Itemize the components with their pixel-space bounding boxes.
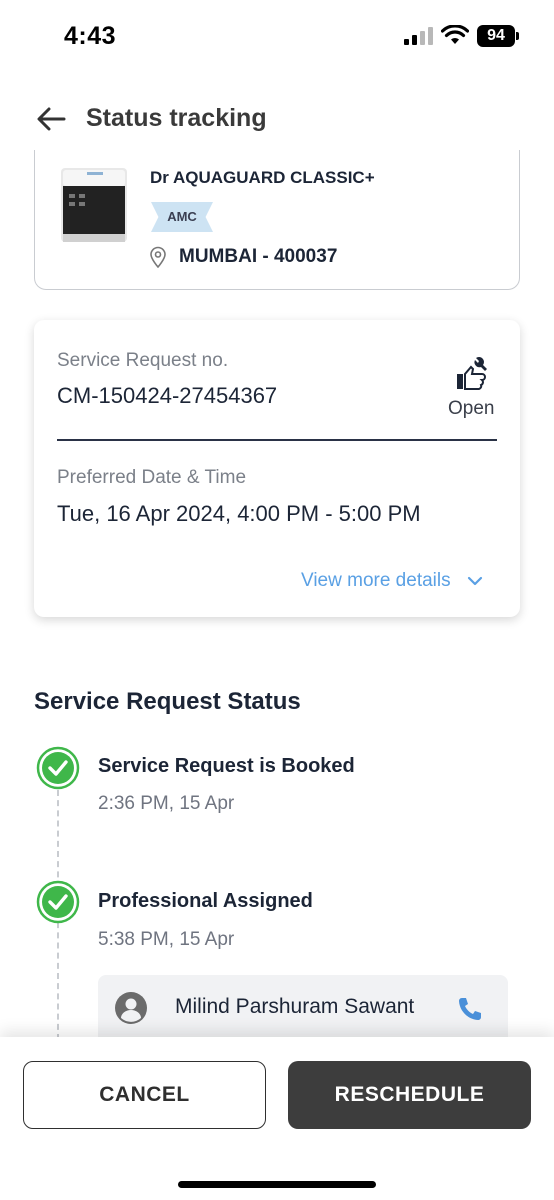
battery-indicator: 94 (477, 25, 515, 47)
status-bar: 4:43 94 (0, 0, 554, 70)
cancel-button[interactable]: CANCEL (23, 1061, 266, 1129)
water-purifier-image (61, 168, 127, 242)
clock: 4:43 (64, 22, 117, 50)
bottom-action-bar: CANCEL RESCHEDULE (0, 1037, 554, 1200)
location-pin-icon (150, 246, 166, 268)
check-circle-icon (36, 880, 80, 924)
wifi-icon (441, 25, 469, 44)
user-avatar-icon (115, 992, 147, 1024)
card-divider (57, 439, 497, 441)
product-card: Dr AQUAGUARD CLASSIC+ AMC MUMBAI - 40003… (34, 150, 520, 290)
home-indicator[interactable] (178, 1181, 376, 1188)
professional-name: Milind Parshuram Sawant (175, 995, 415, 1018)
service-request-number: CM-150424-27454367 (57, 383, 278, 408)
status-section-title: Service Request Status (34, 688, 301, 715)
preferred-datetime-label: Preferred Date & Time (57, 467, 247, 488)
product-name: Dr AQUAGUARD CLASSIC+ (150, 168, 375, 187)
professional-row: Milind Parshuram Sawant (98, 975, 508, 1037)
view-more-details-link[interactable]: View more details (301, 570, 451, 592)
status-open-label: Open (448, 398, 495, 419)
service-request-label: Service Request no. (57, 350, 229, 371)
arrow-left-icon[interactable] (34, 104, 68, 134)
reschedule-button[interactable]: RESCHEDULE (288, 1061, 531, 1129)
cellular-signal-icon (404, 27, 433, 45)
step-title-booked: Service Request is Booked (98, 755, 355, 777)
phone-icon[interactable] (456, 995, 484, 1023)
battery-tip (516, 32, 519, 40)
check-circle-icon (36, 746, 80, 790)
step-title-assigned: Professional Assigned (98, 890, 313, 912)
service-request-card: Service Request no. CM-150424-27454367 O… (34, 320, 520, 617)
page-title: Status tracking (86, 104, 267, 132)
step-time-booked: 2:36 PM, 15 Apr (98, 793, 235, 814)
location-text: MUMBAI - 400037 (179, 246, 338, 267)
chevron-down-icon[interactable] (467, 574, 483, 588)
amc-badge: AMC (151, 202, 213, 232)
thumbs-up-wrench-icon (457, 357, 487, 390)
preferred-datetime-value: Tue, 16 Apr 2024, 4:00 PM - 5:00 PM (57, 501, 421, 526)
app-header: Status tracking (0, 92, 554, 148)
step-time-assigned: 5:38 PM, 15 Apr (98, 929, 235, 950)
